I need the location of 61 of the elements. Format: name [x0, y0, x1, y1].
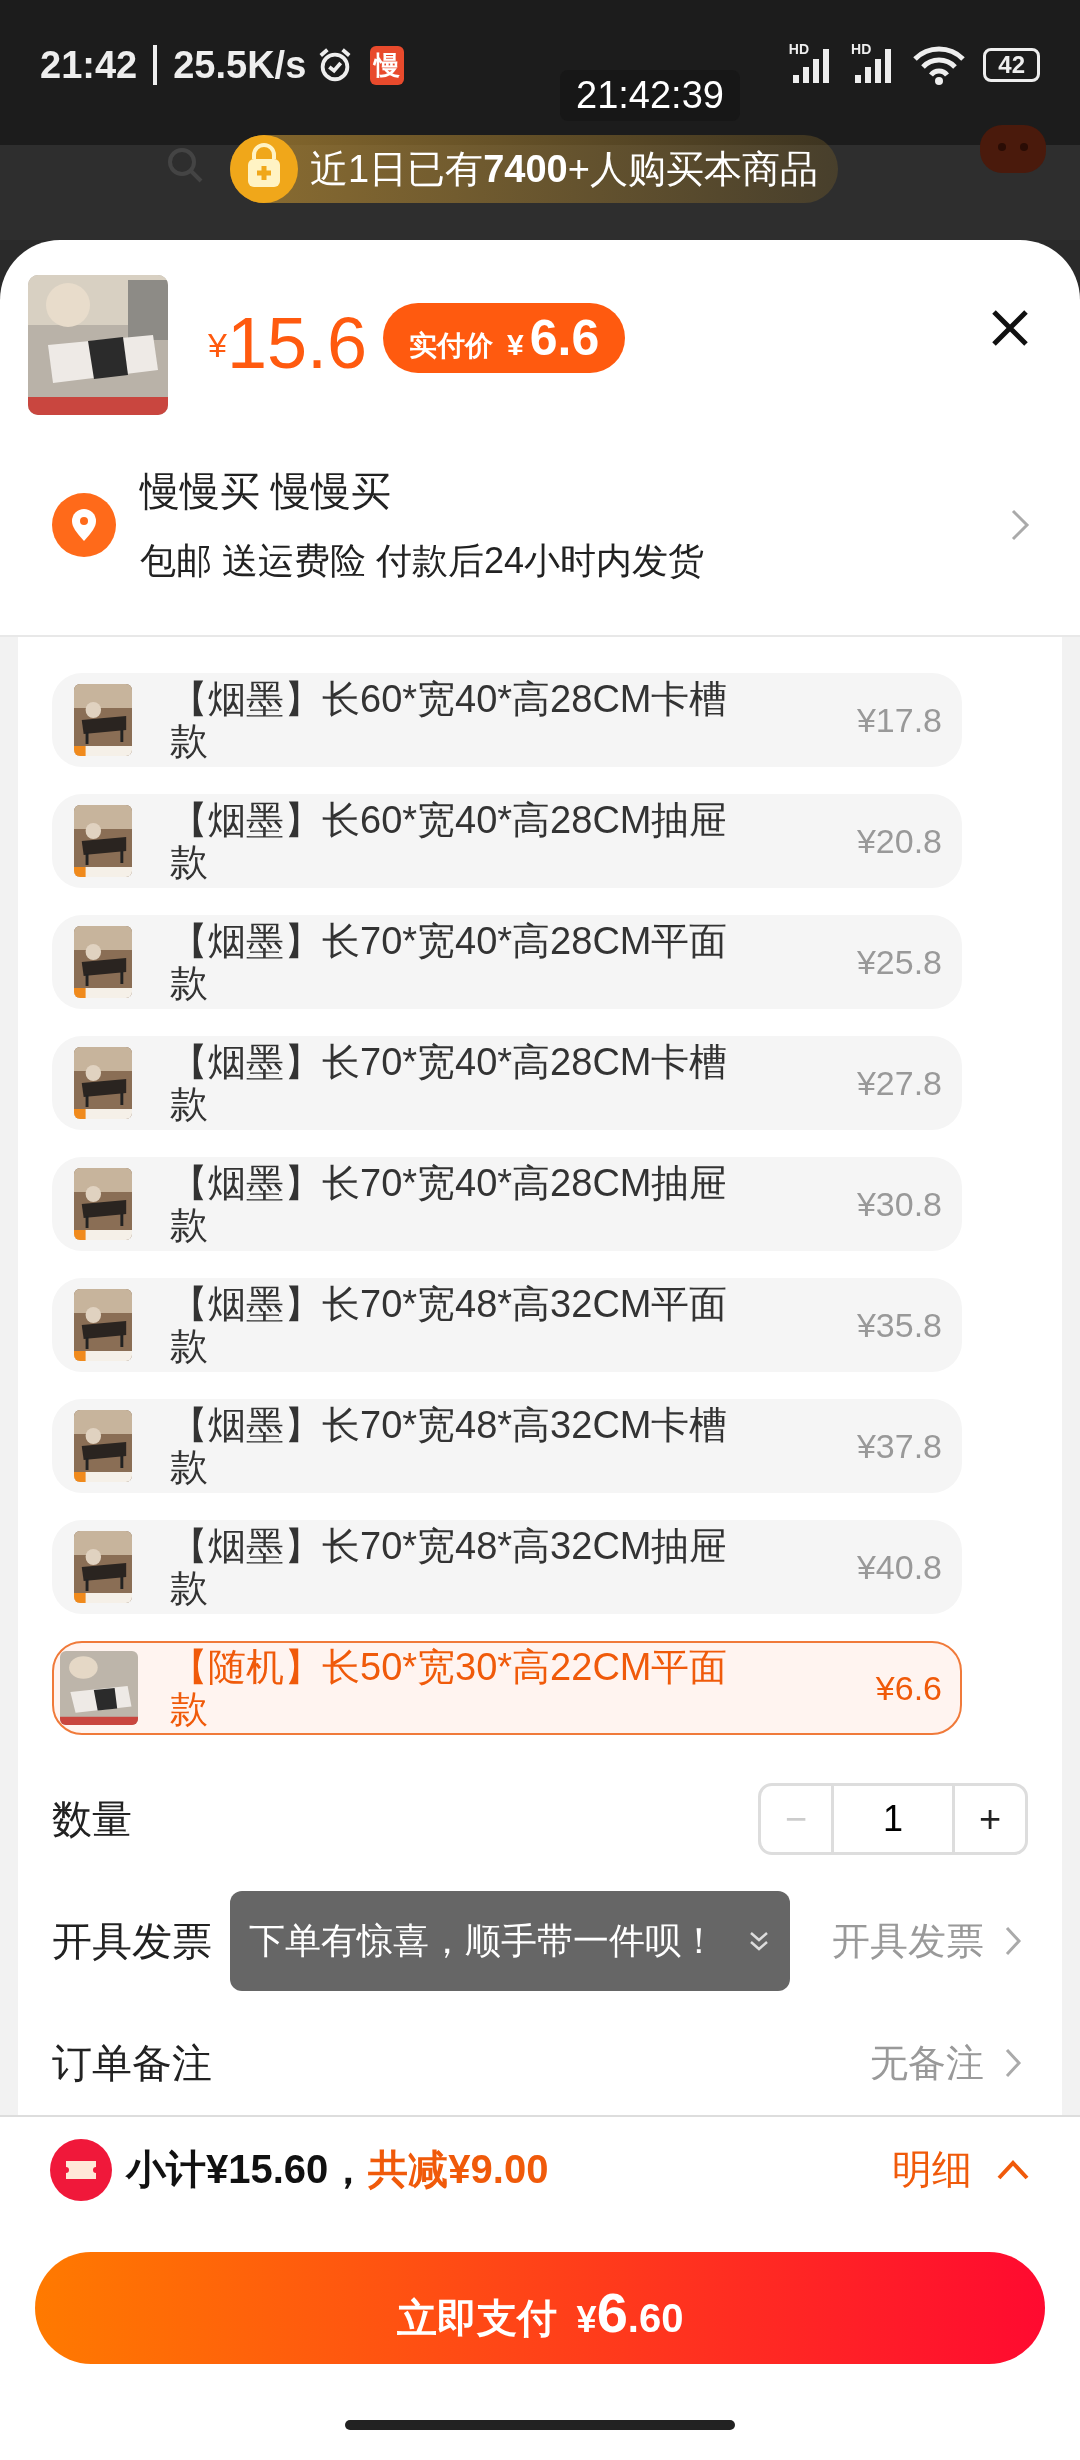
total-discount: 共减¥9.00: [368, 2146, 549, 2193]
row-label: 订单备注: [52, 2039, 212, 2087]
variant-price: ¥27.8: [856, 1063, 943, 1103]
variant-price: ¥35.8: [856, 1305, 943, 1345]
final-price-label: 实付价: [409, 328, 494, 363]
coupon-icon: [50, 2138, 112, 2201]
variant-name: 【烟墨】长70*宽40*高28CM平面款: [170, 920, 729, 1004]
row-label: 开具发票: [52, 1917, 212, 1965]
network-type: HD: [788, 41, 810, 57]
variant-option[interactable]: 【烟墨】长70*宽48*高32CM卡槽款 ¥37.8: [52, 1399, 962, 1493]
location-pin-icon: [52, 493, 116, 557]
pay-now-button[interactable]: 立即支付 ¥6.60: [35, 2252, 1045, 2364]
robot-face-icon: [980, 125, 1046, 173]
variant-price: ¥37.8: [856, 1426, 943, 1466]
shipping-info: 包邮 送运费险 付款后24小时内发货: [140, 539, 706, 583]
variant-name: 【随机】长50*宽30*高22CM平面款: [170, 1646, 729, 1730]
final-price: 6.6: [529, 308, 600, 367]
variant-price: ¥20.8: [856, 821, 943, 861]
chevron-up-icon[interactable]: [996, 2158, 1030, 2181]
subtotal: 小计¥15.60，: [126, 2146, 369, 2193]
search-icon: [165, 145, 205, 185]
variant-option[interactable]: 【烟墨】长70*宽48*高32CM抽屉款 ¥40.8: [52, 1520, 962, 1614]
variant-name: 【烟墨】长70*宽48*高32CM抽屉款: [170, 1525, 729, 1609]
variant-name: 【烟墨】长70*宽40*高28CM卡槽款: [170, 1041, 729, 1125]
variant-price: ¥40.8: [856, 1547, 943, 1587]
variant-option[interactable]: 【烟墨】长70*宽40*高28CM卡槽款 ¥27.8: [52, 1036, 962, 1130]
increase-button[interactable]: +: [955, 1786, 1025, 1852]
quantity-value[interactable]: 1: [831, 1786, 955, 1852]
chevron-right-icon[interactable]: [1010, 508, 1030, 542]
price-currency: ¥: [208, 326, 227, 365]
variant-price: ¥6.6: [875, 1668, 943, 1708]
status-time: 21:42: [40, 43, 138, 87]
app-notification-icon: 慢: [370, 45, 405, 85]
variant-price: ¥30.8: [856, 1184, 943, 1224]
banner-text: 近1日已有7400+人购买本商品: [310, 146, 818, 192]
close-icon[interactable]: [990, 307, 1030, 348]
shopping-bag-icon: [230, 135, 298, 203]
network-type: HD: [851, 41, 872, 57]
variant-price: ¥17.8: [856, 700, 943, 740]
variant-name: 【烟墨】长60*宽40*高28CM卡槽款: [170, 678, 729, 762]
recipient-name: 慢慢买 慢慢买: [140, 468, 393, 515]
variant-price: ¥25.8: [856, 942, 943, 982]
variant-name: 【烟墨】长70*宽48*高32CM平面款: [170, 1283, 729, 1367]
variant-name: 【烟墨】长60*宽40*高28CM抽屉款: [170, 799, 729, 883]
variant-name: 【烟墨】长70*宽48*高32CM卡槽款: [170, 1404, 729, 1488]
final-price-currency: ¥: [507, 327, 524, 362]
variant-option[interactable]: 【烟墨】长70*宽40*高28CM抽屉款 ¥30.8: [52, 1157, 962, 1251]
variant-option[interactable]: 【烟墨】长70*宽48*高32CM平面款 ¥35.8: [52, 1278, 962, 1372]
product-price: 15.6: [226, 301, 368, 384]
chevron-right-icon[interactable]: [1004, 2047, 1022, 2079]
chevron-right-icon[interactable]: [1004, 1925, 1022, 1957]
network-speed: 25.5K/s: [173, 43, 307, 87]
variant-option[interactable]: 【烟墨】长70*宽40*高28CM平面款 ¥25.8: [52, 915, 962, 1009]
battery-icon: 42: [983, 48, 1040, 82]
clock-overlay: 21:42:39: [560, 70, 740, 121]
quantity-label: 数量: [52, 1795, 132, 1843]
variant-option[interactable]: 【烟墨】长60*宽40*高28CM卡槽款 ¥17.8: [52, 673, 962, 767]
toast-text: 下单有惊喜，顺手带一件呗！: [249, 1918, 717, 1963]
wifi-icon: [913, 45, 966, 85]
variant-name: 【烟墨】长70*宽40*高28CM抽屉款: [170, 1162, 729, 1246]
variant-option[interactable]: 【烟墨】长60*宽40*高28CM抽屉款 ¥20.8: [52, 794, 962, 888]
